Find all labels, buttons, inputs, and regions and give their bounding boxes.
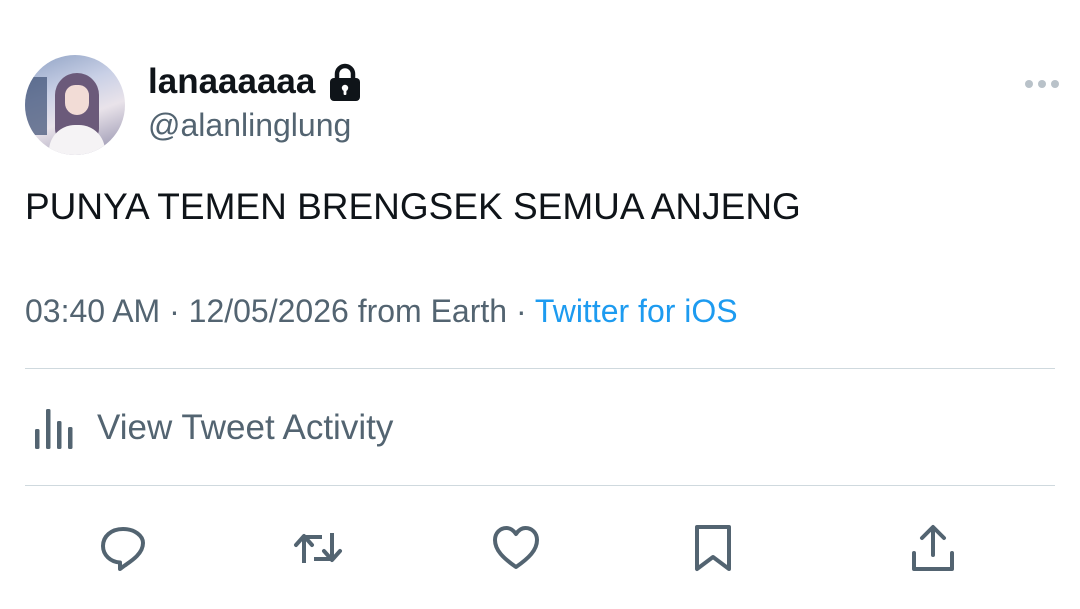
display-name[interactable]: lanaaaaaa	[148, 61, 315, 103]
tweet-header: lanaaaaaa @alanlinglung	[25, 55, 1060, 155]
tweet-detail: lanaaaaaa @alanlinglung PUNYA TEMEN BREN…	[0, 0, 1080, 609]
divider	[25, 485, 1055, 486]
display-name-row[interactable]: lanaaaaaa	[148, 61, 363, 103]
view-tweet-activity-label: View Tweet Activity	[97, 408, 394, 447]
lock-icon	[330, 63, 361, 101]
retweet-button[interactable]	[290, 520, 346, 576]
user-handle[interactable]: @alanlinglung	[148, 105, 363, 145]
avatar-background	[25, 77, 47, 135]
user-names: lanaaaaaa @alanlinglung	[148, 61, 363, 145]
reply-button[interactable]	[95, 520, 151, 576]
retweet-icon	[294, 533, 342, 563]
tweet-meta: 03:40 AM · 12/05/2026 from Earth · Twitt…	[25, 290, 738, 332]
divider	[25, 368, 1055, 369]
tweet-actions	[0, 520, 1080, 580]
share-icon	[912, 525, 954, 571]
tweet-location: from Earth	[357, 293, 508, 329]
like-icon	[493, 526, 539, 569]
share-button[interactable]	[905, 520, 961, 576]
bookmark-button[interactable]	[685, 520, 741, 576]
avatar[interactable]	[25, 55, 125, 155]
tweet-time[interactable]: 03:40 AM	[25, 293, 160, 329]
view-tweet-activity-button[interactable]: View Tweet Activity	[33, 405, 393, 451]
bookmark-icon	[695, 525, 731, 571]
tweet-source-link[interactable]: Twitter for iOS	[535, 293, 738, 329]
tweet-date[interactable]: 12/05/2026	[189, 293, 349, 329]
like-button[interactable]	[488, 520, 544, 576]
tweet-text: PUNYA TEMEN BRENGSEK SEMUA ANJENG	[25, 186, 801, 227]
avatar-face	[65, 85, 89, 115]
meta-separator: ·	[515, 293, 535, 329]
more-options-icon[interactable]	[1024, 79, 1060, 89]
meta-separator: ·	[169, 293, 189, 329]
bar-chart-icon	[35, 409, 73, 449]
reply-icon	[101, 527, 145, 571]
